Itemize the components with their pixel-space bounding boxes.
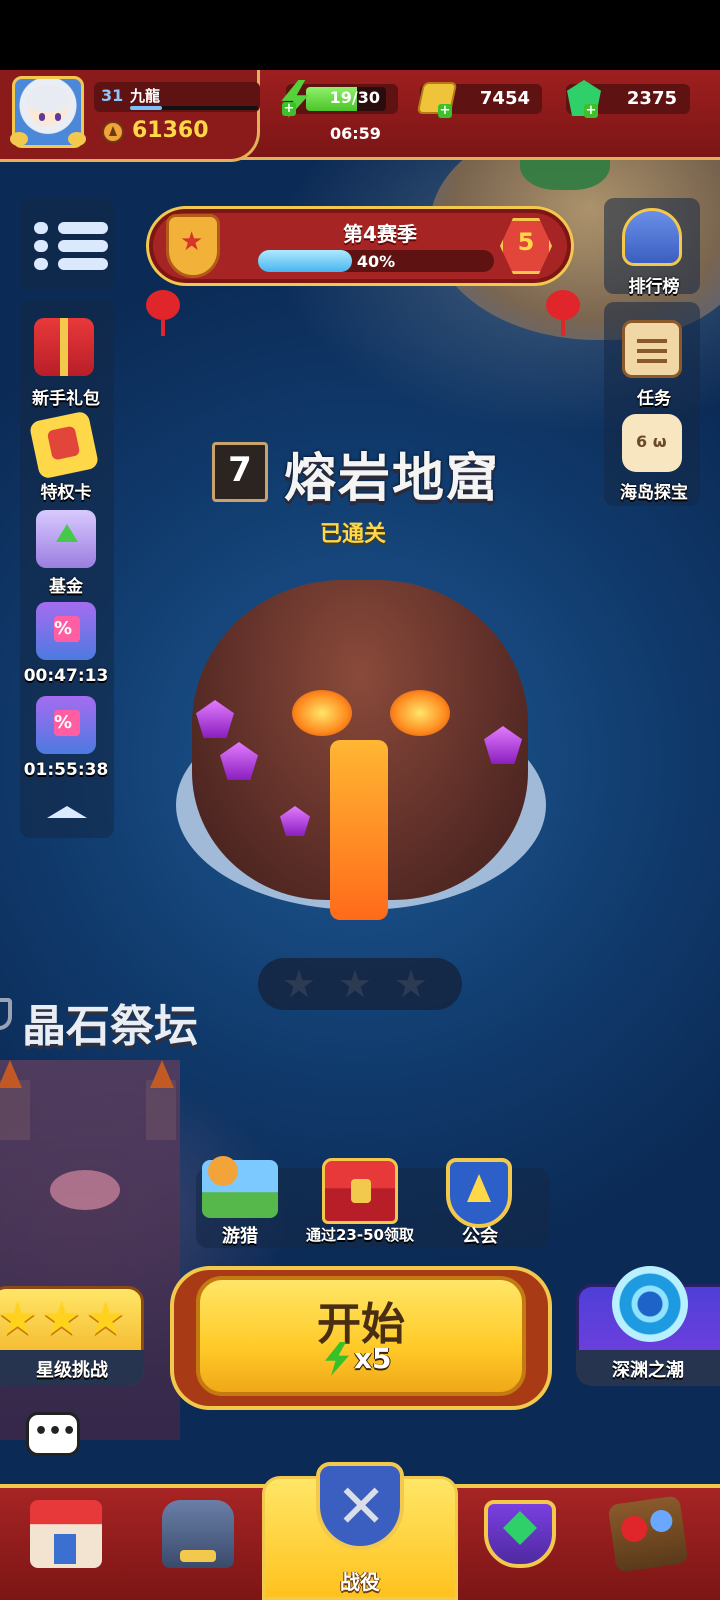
xp-bar-fill xyxy=(130,106,162,110)
lantern-icon xyxy=(146,290,180,336)
season-level: 5 xyxy=(517,228,535,256)
sidebar-item-starter-pack[interactable]: 新手礼包 xyxy=(6,384,126,409)
add-gold-icon[interactable]: + xyxy=(438,104,452,118)
season-medal-icon xyxy=(166,214,220,278)
sale-gift-icon[interactable] xyxy=(36,696,96,754)
tab-campaign-label[interactable]: 战役 xyxy=(262,1566,458,1595)
hunt-icon[interactable] xyxy=(202,1156,278,1218)
main-menu-button[interactable] xyxy=(22,202,112,288)
empty-star-icon: ★ xyxy=(282,962,317,1006)
add-energy-icon[interactable]: + xyxy=(282,102,296,116)
task-icon[interactable] xyxy=(622,320,682,378)
stage-status: 已通关 xyxy=(320,522,387,547)
sidebar-item-leaderboard[interactable]: 排行榜 xyxy=(594,272,714,297)
quick-action-hunt[interactable]: 游猎 xyxy=(200,1222,280,1248)
gem-value: 2375 xyxy=(626,88,677,109)
abyss-tide-label[interactable]: 深渊之潮 xyxy=(586,1356,710,1382)
crossed-swords-icon[interactable] xyxy=(316,1462,404,1550)
sidebar-item-fund[interactable]: 基金 xyxy=(6,572,126,597)
trophy-icon[interactable] xyxy=(484,1500,556,1568)
player-level: 31 xyxy=(101,86,124,105)
lava-eye-icon xyxy=(292,690,352,736)
avatar-wing-icon xyxy=(10,132,28,146)
map-icon[interactable] xyxy=(607,1495,689,1573)
energy-value: 19/30 xyxy=(329,88,380,107)
stage-name: 熔岩地窟 xyxy=(284,449,501,509)
player-name: 九龍 xyxy=(130,87,161,105)
dice-icon[interactable] xyxy=(622,414,682,472)
sale-gift-icon[interactable] xyxy=(36,602,96,660)
power-icon xyxy=(102,121,124,143)
guild-icon[interactable] xyxy=(446,1158,512,1228)
collapse-up-icon[interactable] xyxy=(47,806,87,818)
fund-chest-icon[interactable] xyxy=(36,510,96,568)
lava-eye-icon xyxy=(390,690,450,736)
avatar-wing-icon xyxy=(68,132,86,146)
add-gem-icon[interactable]: + xyxy=(584,104,598,118)
quick-action-guild[interactable]: 公会 xyxy=(440,1222,520,1248)
sale-timer-1: 00:47:13 xyxy=(23,666,109,686)
xp-bar xyxy=(130,106,258,110)
stage-number: 7 xyxy=(228,450,252,490)
sidebar-item-island-treasure[interactable]: 海岛探宝 xyxy=(594,478,714,503)
vortex-icon xyxy=(612,1266,688,1342)
season-progress-text: 40% xyxy=(356,252,396,271)
empty-star-icon: ★ xyxy=(338,962,373,1006)
privilege-card-icon[interactable] xyxy=(28,410,100,480)
locked-chest-icon[interactable] xyxy=(322,1158,398,1224)
left-sidebar xyxy=(20,300,114,838)
start-cost: x5 xyxy=(354,1342,392,1375)
empty-star-icon: ★ xyxy=(394,962,429,1006)
chat-icon[interactable] xyxy=(26,1412,80,1456)
shop-icon[interactable] xyxy=(30,1500,102,1568)
lantern-icon xyxy=(546,290,580,336)
gift-icon[interactable] xyxy=(34,318,94,376)
star-challenge-label[interactable]: 星级挑战 xyxy=(0,1356,144,1382)
quick-action-chest[interactable]: 通过23-50领取 xyxy=(290,1224,430,1245)
cannon-icon[interactable] xyxy=(162,1500,234,1568)
status-bar xyxy=(0,0,720,70)
power-value: 61360 xyxy=(132,118,209,143)
sidebar-item-tasks[interactable]: 任务 xyxy=(594,384,714,409)
sidebar-item-privilege-card[interactable]: 特权卡 xyxy=(6,478,126,503)
lava-flow xyxy=(330,740,388,920)
next-stage-name: 晶石祭坛 xyxy=(22,1001,198,1052)
leaderboard-icon[interactable] xyxy=(622,208,682,266)
energy-timer: 06:59 xyxy=(330,124,381,143)
season-title: 第4赛季 xyxy=(343,222,417,246)
sale-timer-2: 01:55:38 xyxy=(23,760,109,780)
gold-value: 7454 xyxy=(479,88,530,109)
